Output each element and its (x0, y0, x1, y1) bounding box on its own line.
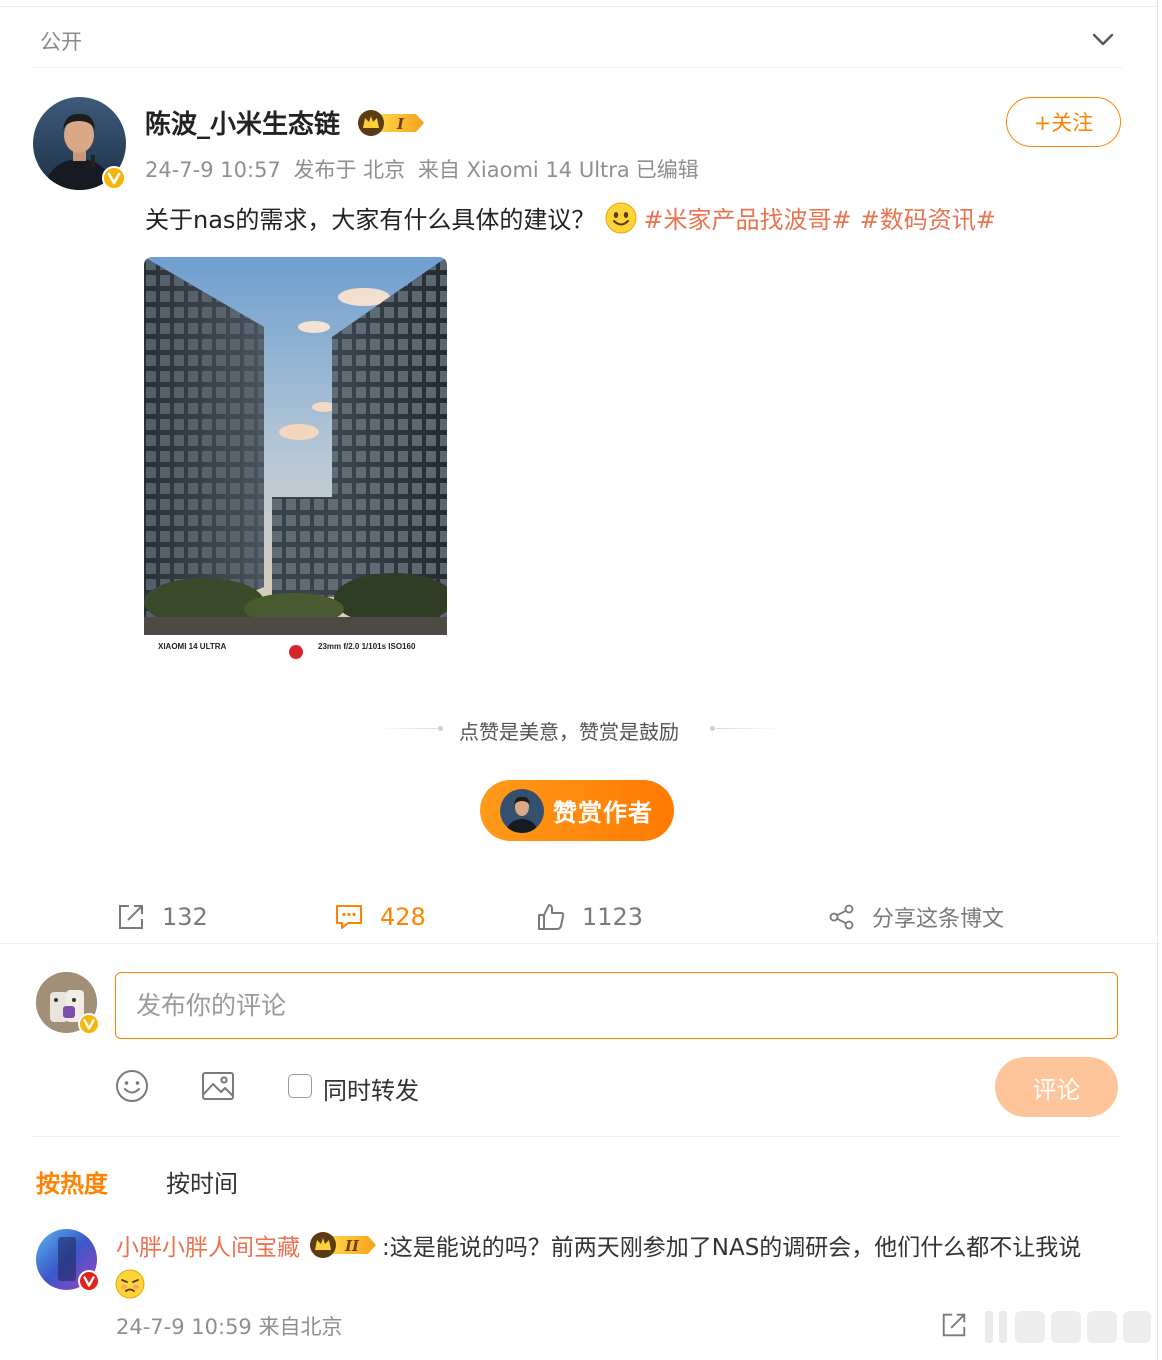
comment-repost-icon[interactable] (940, 1311, 968, 1339)
share-button[interactable]: 分享这条博文 (828, 890, 1004, 944)
repost-count: 132 (162, 903, 208, 931)
repost-icon (119, 905, 143, 929)
repost-checkbox-label[interactable]: 同时转发 (323, 1071, 419, 1106)
comment-icon (336, 905, 362, 929)
vip-level-text: II (344, 1237, 360, 1255)
comment-button[interactable]: 428 (334, 890, 426, 944)
reward-divider-left (375, 728, 440, 729)
tab-hot[interactable]: 按热度 (36, 1164, 108, 1199)
leica-logo-icon (289, 645, 303, 659)
like-button[interactable]: 1123 (536, 890, 643, 944)
hashtag-link[interactable]: #米家产品找波哥# (643, 200, 851, 235)
share-label: 分享这条博文 (872, 907, 1005, 932)
chevron-down-icon[interactable] (1090, 26, 1116, 52)
top-divider (0, 6, 1158, 7)
hashtag-link[interactable]: #数码资讯# (860, 200, 996, 235)
weibo-post-page: 公开 陈波_小米生态链 I +关注 24-7-9 10:57 发布于 北京 来自… (0, 0, 1162, 1360)
photo-exif-strip: XIAOMI 14 ULTRA 23mm f/2.0 1/101s ISO160 (144, 635, 447, 660)
vip-crown-icon: I (358, 110, 424, 136)
building-photo (144, 257, 447, 635)
post-time[interactable]: 24-7-9 10:57 (145, 158, 281, 182)
like-count: 1123 (582, 903, 644, 931)
image-icon[interactable] (200, 1068, 236, 1104)
post-location: 发布于 北京 (293, 158, 406, 182)
smile-emoji-icon (605, 202, 637, 233)
visibility-label: 公开 (40, 30, 82, 54)
comment-count: 428 (380, 903, 426, 931)
exif-settings: 23mm f/2.0 1/101s ISO160 (318, 642, 416, 651)
post-meta: 24-7-9 10:57 发布于 北京 来自 Xiaomi 14 Ultra 已编… (145, 154, 705, 184)
repost-button[interactable]: 132 (116, 890, 208, 944)
reward-avatar (500, 788, 544, 833)
watermark-logo (985, 1311, 1151, 1343)
comment-author[interactable]: 小胖小胖人间宝藏 (116, 1228, 300, 1262)
comment-source: 来自北京 (258, 1315, 343, 1339)
exif-model: XIAOMI 14 ULTRA (158, 642, 227, 651)
vip-crown-icon: II (310, 1232, 376, 1258)
author-name[interactable]: 陈波_小米生态链 (145, 104, 340, 141)
post-edited[interactable]: 已编辑 (636, 158, 699, 182)
comment-line: 小胖小胖人间宝藏 II :这是能说的吗？前两天刚参加了NAS的调研会，他们什么都… (116, 1228, 1081, 1262)
post-source: 来自 Xiaomi 14 Ultra (417, 158, 630, 182)
reward-button-label: 赞赏作者 (553, 799, 653, 827)
reward-divider-right (716, 728, 781, 729)
composer-divider (32, 1136, 1120, 1137)
verified-badge (78, 1270, 100, 1292)
reward-dot-right (710, 726, 715, 731)
vip-level-text: I (396, 115, 405, 133)
repost-checkbox[interactable] (288, 1074, 312, 1098)
embarrassed-emoji-icon (115, 1269, 145, 1299)
comment-input[interactable] (115, 972, 1118, 1039)
tab-time[interactable]: 按时间 (166, 1164, 238, 1199)
verified-badge (102, 166, 126, 190)
emoji-icon[interactable] (114, 1068, 150, 1104)
post-photo[interactable]: XIAOMI 14 ULTRA 23mm f/2.0 1/101s ISO160 (144, 257, 447, 660)
comment-text: :这是能说的吗？前两天刚参加了NAS的调研会，他们什么都不让我说 (382, 1235, 1082, 1261)
follow-button[interactable]: +关注 (1006, 97, 1121, 147)
submit-comment-button[interactable]: 评论 (995, 1057, 1118, 1117)
visibility-bar[interactable]: 公开 (32, 14, 1122, 68)
thumbs-up-icon (538, 904, 565, 930)
share-icon (829, 904, 854, 930)
reward-author-button[interactable]: 赞赏作者 (480, 780, 674, 841)
reward-slogan: 点赞是美意，赞赏是鼓励 (459, 720, 679, 744)
comment-meta: 24-7-9 10:59 来自北京 (116, 1311, 342, 1341)
action-bar: 132 428 1123 分享这条博文 (0, 890, 1160, 944)
comment-time: 24-7-9 10:59 (116, 1315, 252, 1339)
verified-badge (78, 1013, 100, 1035)
right-border (1157, 0, 1158, 1360)
post-body: 关于nas的需求，大家有什么具体的建议？ #米家产品找波哥# #数码资讯# (145, 200, 1004, 235)
post-text: 关于nas的需求，大家有什么具体的建议？ (145, 206, 596, 234)
reward-dot-left (438, 726, 443, 731)
